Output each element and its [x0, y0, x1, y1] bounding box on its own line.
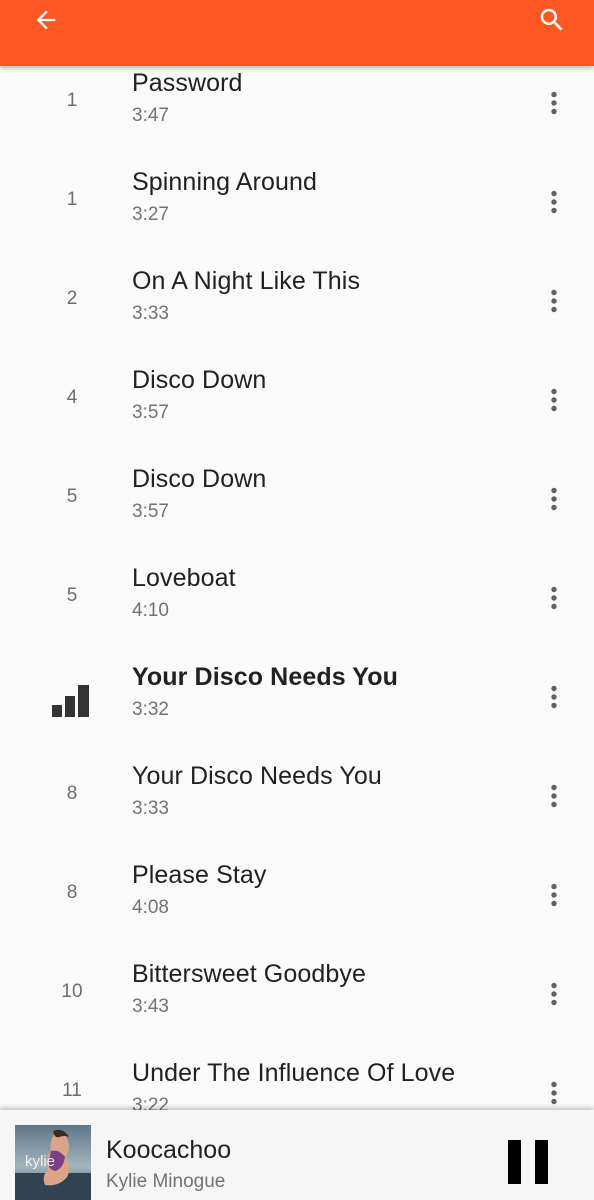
app-bar: [0, 0, 594, 66]
track-row[interactable]: 4 Disco Down 3:57: [0, 346, 594, 445]
track-row[interactable]: 11 Under The Influence Of Love 3:22: [0, 1039, 594, 1110]
more-vert-icon[interactable]: [534, 574, 574, 622]
more-vert-icon[interactable]: [534, 871, 574, 919]
pause-button[interactable]: [494, 1128, 562, 1200]
track-duration: 4:08: [132, 897, 169, 918]
track-row[interactable]: 1 Spinning Around 3:27: [0, 148, 594, 247]
track-row[interactable]: Your Disco Needs You 3:32: [0, 643, 594, 742]
track-duration: 3:57: [132, 501, 169, 522]
track-title: Disco Down: [132, 465, 267, 493]
search-icon: [537, 5, 567, 40]
track-number: 1: [66, 89, 78, 111]
track-title: Under The Influence Of Love: [132, 1059, 456, 1087]
track-title: Loveboat: [132, 564, 236, 592]
track-duration: 3:43: [132, 996, 169, 1017]
track-duration: 3:33: [132, 303, 169, 324]
album-art[interactable]: kylie: [15, 1125, 91, 1200]
track-duration: 3:27: [132, 204, 169, 225]
track-row[interactable]: 5 Disco Down 3:57: [0, 445, 594, 544]
more-vert-icon[interactable]: [534, 673, 574, 721]
track-duration: 3:33: [132, 798, 169, 819]
track-title: Please Stay: [132, 861, 267, 889]
track-number: 4: [66, 386, 78, 408]
more-vert-icon[interactable]: [534, 475, 574, 523]
more-vert-icon[interactable]: [534, 376, 574, 424]
more-vert-icon[interactable]: [534, 772, 574, 820]
track-title: On A Night Like This: [132, 267, 361, 295]
track-duration: 3:22: [132, 1095, 169, 1110]
track-number: 5: [66, 485, 78, 507]
track-duration: 3:32: [132, 699, 169, 720]
track-number: 1: [66, 188, 78, 210]
track-number: 8: [66, 782, 78, 804]
track-duration: 4:10: [132, 600, 169, 621]
track-title: Password: [132, 69, 243, 97]
track-row[interactable]: 10 Bittersweet Goodbye 3:43: [0, 940, 594, 1039]
track-title: Bittersweet Goodbye: [132, 960, 366, 988]
more-vert-icon[interactable]: [534, 277, 574, 325]
track-number: 5: [66, 584, 78, 606]
track-number: 10: [61, 980, 83, 1002]
track-row[interactable]: 5 Loveboat 4:10: [0, 544, 594, 643]
track-duration: 3:47: [132, 105, 169, 126]
track-title: Your Disco Needs You: [132, 663, 398, 691]
track-title: Disco Down: [132, 366, 267, 394]
more-vert-icon[interactable]: [534, 178, 574, 226]
track-number: 2: [66, 287, 78, 309]
player-track-title: Koocachoo: [106, 1136, 232, 1164]
track-row[interactable]: 8 Please Stay 4:08: [0, 841, 594, 940]
equalizer-bars-icon: [52, 685, 90, 717]
pause-icon: [506, 1138, 550, 1191]
search-button[interactable]: [524, 0, 580, 44]
track-row[interactable]: 8 Your Disco Needs You 3:33: [0, 742, 594, 841]
more-vert-icon[interactable]: [534, 970, 574, 1018]
svg-text:kylie: kylie: [25, 1153, 55, 1170]
more-vert-icon[interactable]: [534, 79, 574, 127]
player-artist-name: Kylie Minogue: [106, 1171, 226, 1192]
now-playing-bar[interactable]: kylie Koocachoo Kylie Minogue: [0, 1110, 594, 1200]
track-row[interactable]: 2 On A Night Like This 3:33: [0, 247, 594, 346]
track-title: Spinning Around: [132, 168, 317, 196]
track-list[interactable]: 1 Password 3:47 1 Spinning Around 3:27 2 On A N…: [0, 66, 594, 1110]
back-button[interactable]: [18, 0, 74, 44]
more-vert-icon[interactable]: [534, 1069, 574, 1110]
arrow-back-icon: [32, 6, 60, 39]
track-number: 8: [66, 881, 78, 903]
track-duration: 3:57: [132, 402, 169, 423]
track-row[interactable]: 1 Password 3:47: [0, 66, 594, 148]
track-number: 11: [62, 1079, 82, 1101]
track-title: Your Disco Needs You: [132, 762, 382, 790]
